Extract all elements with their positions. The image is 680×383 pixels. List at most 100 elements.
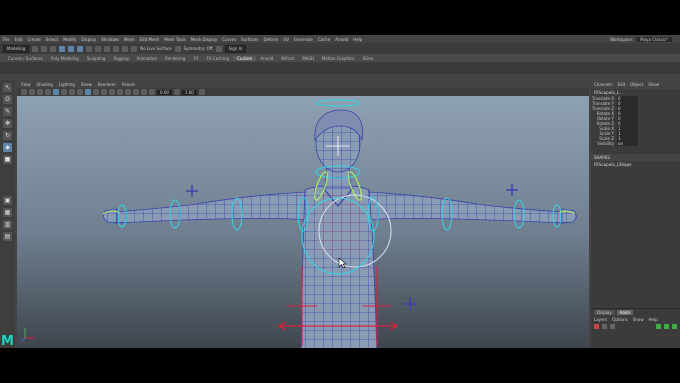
viewport-menu-renderer[interactable]: Renderer bbox=[98, 82, 116, 87]
camera-select-icon[interactable] bbox=[21, 89, 27, 95]
menu-help[interactable]: Help bbox=[353, 37, 362, 42]
render-settings-icon[interactable] bbox=[131, 45, 138, 52]
right-arm-mesh[interactable] bbox=[366, 191, 563, 224]
left-arm-ik-control[interactable] bbox=[186, 185, 198, 197]
workspace-selector[interactable]: Workspace: Maya Classic* bbox=[610, 35, 672, 43]
shelf-tab-custom[interactable]: Custom bbox=[233, 55, 257, 61]
xray-joints-icon[interactable] bbox=[149, 89, 155, 95]
four-view-layout-icon[interactable]: ▦ bbox=[3, 208, 12, 217]
menu-edit-mesh[interactable]: Edit Mesh bbox=[140, 37, 160, 42]
open-scene-icon[interactable] bbox=[41, 45, 48, 52]
single-perspective-layout-icon[interactable]: ▣ bbox=[3, 196, 12, 205]
select-object-icon[interactable] bbox=[68, 45, 75, 52]
image-plane-icon[interactable] bbox=[45, 89, 51, 95]
select-hierarchy-icon[interactable] bbox=[59, 45, 66, 52]
shelf-tab-animation[interactable]: Animation bbox=[133, 56, 161, 61]
viewport-menu-panels[interactable]: Panels bbox=[122, 82, 135, 87]
menu-modify[interactable]: Modify bbox=[63, 37, 76, 42]
sign-in-dropdown[interactable]: Sign In bbox=[224, 44, 247, 53]
shape-node-name[interactable]: FKScapula_LShape bbox=[591, 161, 680, 168]
menu-mesh-display[interactable]: Mesh Display bbox=[191, 37, 218, 42]
channel-box-menu-channels[interactable]: Channels bbox=[594, 82, 613, 87]
snap-curve-icon[interactable] bbox=[95, 45, 102, 52]
layer-menu-options[interactable]: Options bbox=[612, 317, 627, 322]
left-arm-mesh[interactable] bbox=[116, 191, 308, 224]
layer-new-selected-icon[interactable] bbox=[664, 324, 669, 329]
menu-edit[interactable]: Edit bbox=[15, 37, 23, 42]
move-tool-icon[interactable]: ✥ bbox=[3, 119, 12, 128]
menu-mesh-tools[interactable]: Mesh Tools bbox=[164, 37, 186, 42]
shelf-tab-mash[interactable]: MASH bbox=[298, 56, 318, 61]
ambient-occlusion-icon[interactable] bbox=[125, 89, 131, 95]
shelf-tab-bifrost[interactable]: Bifrost bbox=[277, 56, 298, 61]
menu-mesh[interactable]: Mesh bbox=[124, 37, 135, 42]
shelf-tab-curves-surfaces[interactable]: Curves / Surfaces bbox=[4, 56, 47, 61]
wireframe-on-shaded-icon[interactable] bbox=[85, 89, 91, 95]
shelf-tab-sculpting[interactable]: Sculpting bbox=[83, 56, 110, 61]
menu-file[interactable]: File bbox=[3, 37, 10, 42]
viewport-menu-show[interactable]: Show bbox=[81, 82, 92, 87]
shelf-tab-rendering[interactable]: Rendering bbox=[161, 56, 189, 61]
render-icon[interactable] bbox=[113, 45, 120, 52]
symmetry-dropdown[interactable]: Symmetry: Off bbox=[184, 46, 213, 51]
smooth-shade-icon[interactable] bbox=[93, 89, 99, 95]
grid-icon[interactable] bbox=[53, 89, 59, 95]
selected-object-name[interactable]: FKScapula_L... bbox=[591, 89, 680, 96]
last-tool-icon[interactable]: ■ bbox=[3, 155, 12, 164]
snap-grid-icon[interactable] bbox=[86, 45, 93, 52]
exposure-field[interactable]: 0.00 bbox=[157, 89, 172, 95]
menu-display[interactable]: Display bbox=[81, 37, 96, 42]
menu-surfaces[interactable]: Surfaces bbox=[241, 37, 258, 42]
lights-icon[interactable] bbox=[109, 89, 115, 95]
layer-tab-anim[interactable]: Anim bbox=[616, 310, 634, 315]
layer-new-override-icon[interactable] bbox=[672, 324, 677, 329]
viewport-menu-shading[interactable]: Shading bbox=[37, 82, 53, 87]
layer-menu-help[interactable]: Help bbox=[648, 317, 657, 322]
layer-new-icon[interactable] bbox=[656, 324, 661, 329]
shelf-tab-motion-graphics[interactable]: Motion Graphics bbox=[318, 56, 359, 61]
persp-graph-layout-icon[interactable]: ▤ bbox=[3, 232, 12, 241]
attribute-row[interactable]: Visibility on bbox=[591, 141, 680, 146]
mode-dropdown[interactable]: Modeling bbox=[3, 44, 30, 53]
save-scene-icon[interactable] bbox=[50, 45, 57, 52]
viewport-menu-lighting[interactable]: Lighting bbox=[59, 82, 75, 87]
shadows-icon[interactable] bbox=[117, 89, 123, 95]
select-tool-icon[interactable]: ↖ bbox=[3, 83, 12, 92]
layer-move-up-icon[interactable] bbox=[602, 324, 607, 329]
shelf-tab-fx-caching[interactable]: FX Caching bbox=[203, 56, 233, 61]
bookmark-icon[interactable] bbox=[37, 89, 43, 95]
isolate-select-icon[interactable] bbox=[133, 89, 139, 95]
head-control[interactable] bbox=[315, 99, 361, 107]
color-management-icon[interactable] bbox=[198, 89, 205, 95]
shelf-tab-rigging[interactable]: Rigging bbox=[109, 56, 132, 61]
menu-select[interactable]: Select bbox=[46, 37, 58, 42]
layer-menu-show[interactable]: Show bbox=[633, 317, 644, 322]
shelf-tab-fx[interactable]: FX bbox=[189, 56, 202, 61]
menu-deform[interactable]: Deform bbox=[263, 37, 278, 42]
channel-box-menu-edit[interactable]: Edit bbox=[618, 82, 626, 87]
menu-curves[interactable]: Curves bbox=[222, 37, 236, 42]
lasso-tool-icon[interactable]: ʘ bbox=[3, 95, 12, 104]
new-scene-icon[interactable] bbox=[32, 45, 39, 52]
root-control[interactable] bbox=[403, 297, 417, 311]
layer-menu-layers[interactable]: Layers bbox=[594, 317, 607, 322]
channel-box-menu-object[interactable]: Object bbox=[630, 82, 643, 87]
menu-arnold[interactable]: Arnold bbox=[335, 37, 348, 42]
layer-tab-display[interactable]: Display bbox=[594, 310, 615, 315]
workspace-dropdown[interactable]: Maya Classic* bbox=[636, 36, 672, 42]
gate-mask-icon[interactable] bbox=[77, 89, 83, 95]
live-surface-label[interactable]: No Live Surface bbox=[140, 46, 171, 51]
paint-select-tool-icon[interactable]: ✎ bbox=[3, 107, 12, 116]
select-component-icon[interactable] bbox=[77, 45, 84, 52]
textured-icon[interactable] bbox=[101, 89, 107, 95]
persp-outliner-layout-icon[interactable]: ▥ bbox=[3, 220, 12, 229]
channel-box-menu-show[interactable]: Show bbox=[648, 82, 659, 87]
film-gate-icon[interactable] bbox=[61, 89, 67, 95]
menu-windows[interactable]: Windows bbox=[101, 37, 119, 42]
snap-point-icon[interactable] bbox=[104, 45, 111, 52]
viewport-menu-view[interactable]: View bbox=[21, 82, 31, 87]
camera-attributes-icon[interactable] bbox=[29, 89, 35, 95]
attribute-value[interactable]: on bbox=[617, 141, 638, 146]
xray-icon[interactable] bbox=[141, 89, 147, 95]
shelf-tab-arnold[interactable]: Arnold bbox=[256, 56, 277, 61]
